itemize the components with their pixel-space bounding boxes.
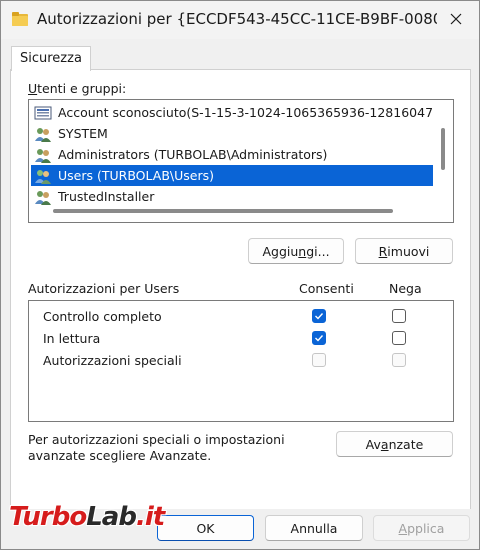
checkmark-icon [315, 335, 324, 342]
group-icon [35, 169, 51, 184]
list-item[interactable]: TrustedInstaller [31, 186, 433, 207]
folder-icon [12, 12, 28, 26]
title-bar[interactable]: Autorizzazioni per {ECCDF543-45CC-11CE-B… [1, 1, 479, 39]
permission-name: In lettura [43, 331, 101, 346]
checkmark-icon [315, 313, 324, 320]
permissions-dialog: Autorizzazioni per {ECCDF543-45CC-11CE-B… [0, 0, 480, 550]
deny-special-checkbox [392, 353, 406, 367]
horizontal-scrollbar[interactable] [53, 209, 393, 213]
remove-button[interactable]: Rimuovi [355, 238, 453, 264]
advanced-note-line2: avanzate scegliere Avanzate. [28, 448, 212, 463]
group-icon [35, 127, 51, 142]
security-tab-panel: Utenti e gruppi: Account sconosciuto(S-1… [10, 69, 471, 510]
deny-column-header: Nega [389, 281, 422, 296]
advanced-note-line1: Per autorizzazioni speciali o impostazio… [28, 432, 285, 447]
vertical-scrollbar[interactable] [441, 128, 445, 170]
group-icon [35, 148, 51, 163]
ok-button[interactable]: OK [157, 515, 254, 541]
cancel-button[interactable]: Annulla [265, 515, 363, 541]
allow-read-checkbox[interactable] [312, 331, 326, 345]
group-icon [35, 190, 51, 205]
users-groups-label: Utenti e gruppi: [28, 81, 127, 96]
deny-full-control-checkbox[interactable] [392, 309, 406, 323]
permissions-header: Autorizzazioni per Users [28, 281, 180, 296]
add-button[interactable]: Aggiu n gi... [248, 238, 344, 264]
allow-full-control-checkbox[interactable] [312, 309, 326, 323]
tab-sicurezza[interactable]: Sicurezza [11, 46, 91, 71]
list-item[interactable]: SYSTEM [31, 123, 433, 144]
close-button[interactable] [433, 1, 479, 37]
allow-column-header: Consenti [299, 281, 354, 296]
turbolab-watermark-logo: Turbo Lab .it [9, 502, 165, 532]
apply-button: Applica [373, 515, 470, 541]
unknown-account-icon [34, 106, 52, 119]
window-title: Autorizzazioni per {ECCDF543-45CC-11CE-B… [37, 10, 437, 28]
permission-name: Controllo completo [43, 309, 162, 324]
permission-name: Autorizzazioni speciali [43, 353, 182, 368]
allow-special-checkbox [312, 353, 326, 367]
tab-strip: Sicurezza [9, 46, 471, 71]
list-item[interactable]: Account sconosciuto(S-1-15-3-1024-106536… [31, 102, 433, 123]
list-item[interactable]: Administrators (TURBOLAB\Administrators) [31, 144, 433, 165]
list-item-selected[interactable]: Users (TURBOLAB\Users) [31, 165, 433, 186]
deny-read-checkbox[interactable] [392, 331, 406, 345]
close-icon [450, 13, 462, 25]
advanced-button[interactable]: Av a nzate [336, 431, 453, 457]
permissions-list: Controllo completo In lettura Autorizzaz… [28, 300, 454, 422]
users-list[interactable]: Account sconosciuto(S-1-15-3-1024-106536… [28, 99, 454, 223]
